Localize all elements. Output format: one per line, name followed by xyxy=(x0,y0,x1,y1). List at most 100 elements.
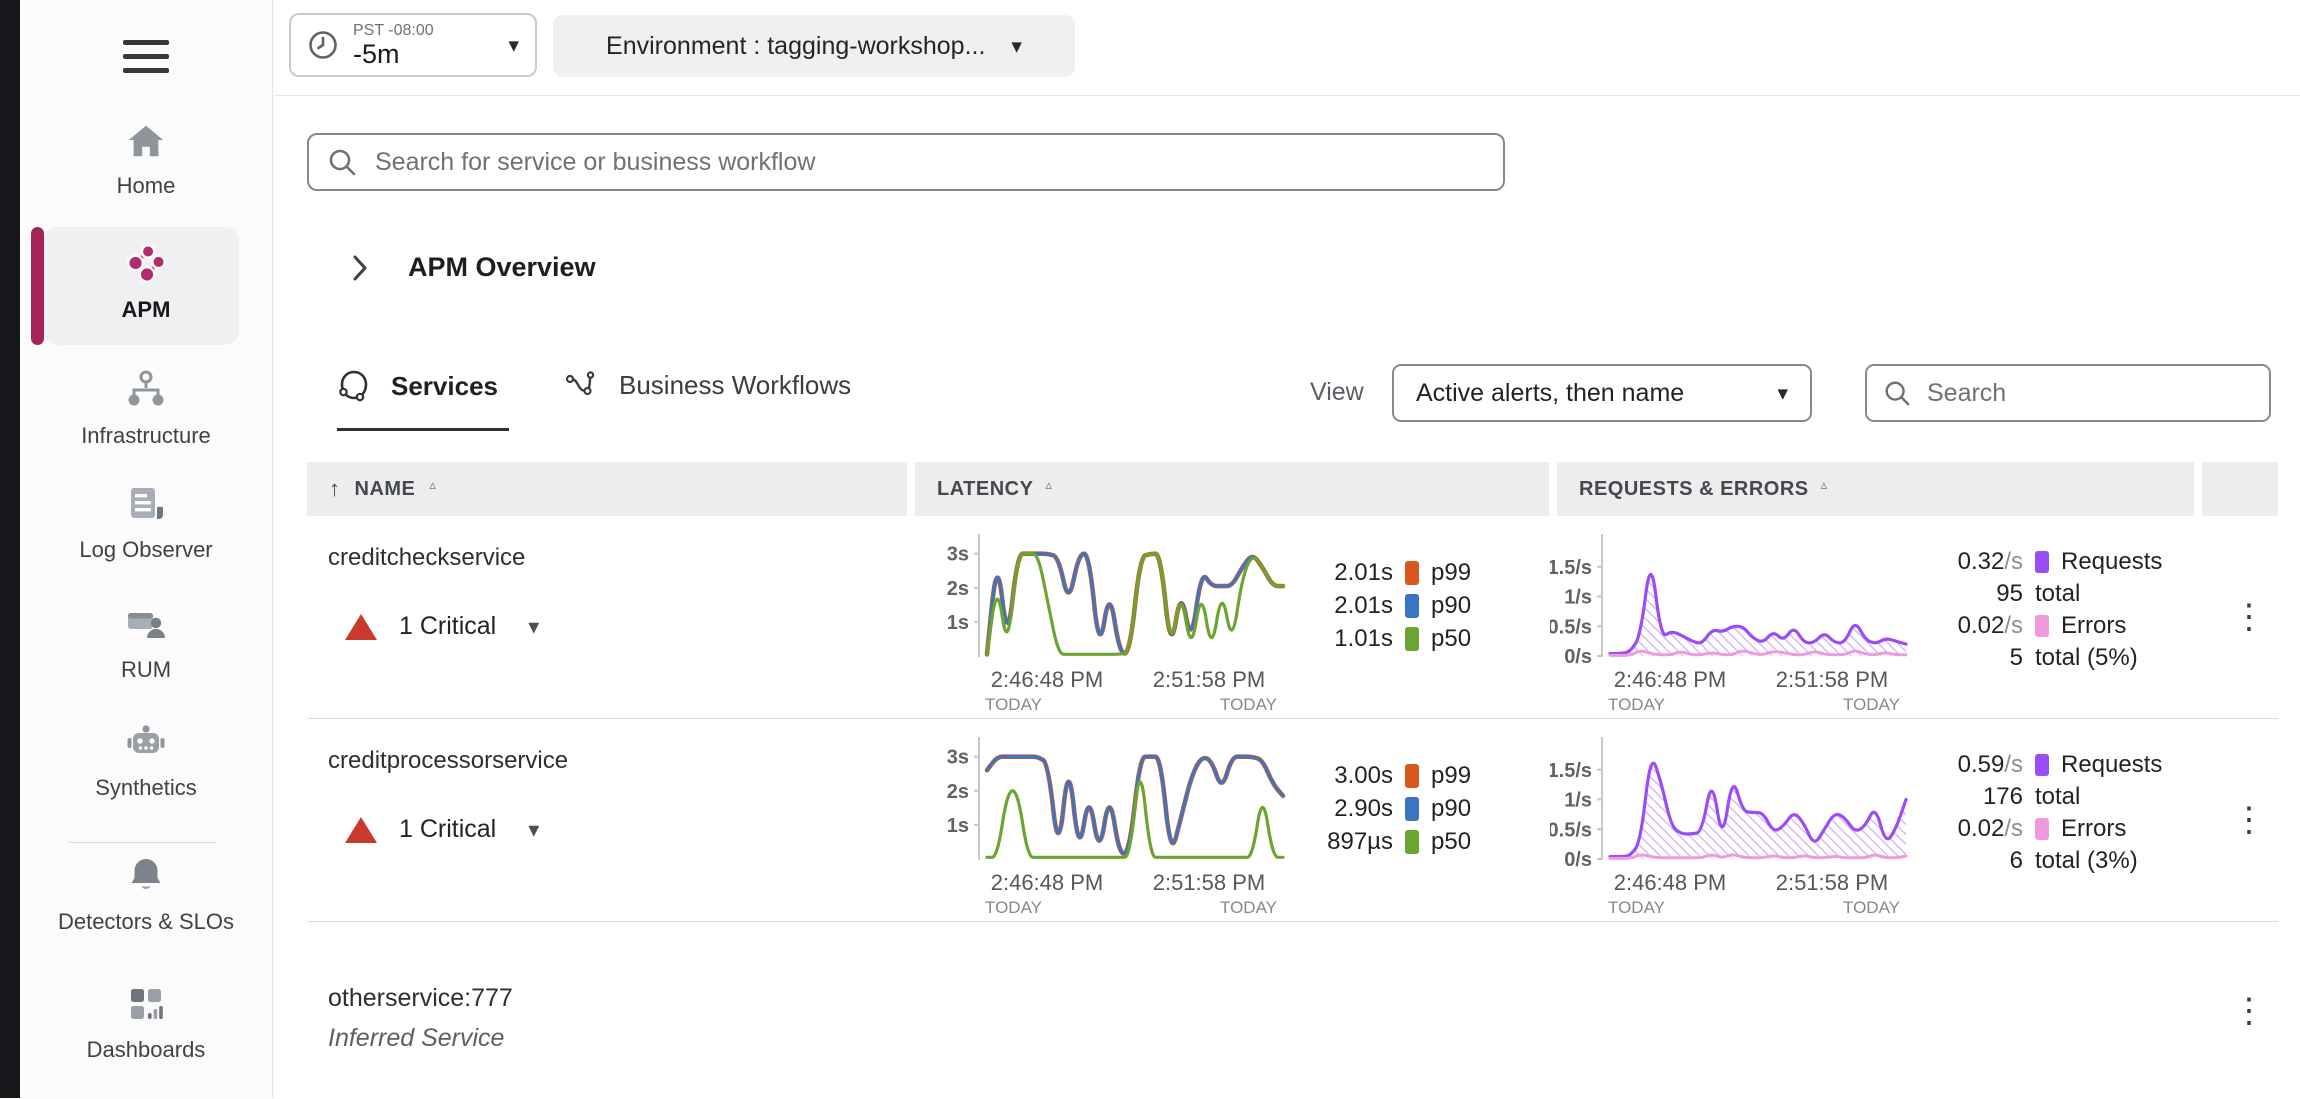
svg-text:1/s: 1/s xyxy=(1564,790,1592,812)
sidebar-item-detectors-slos[interactable]: Detectors & SLOs xyxy=(20,854,272,935)
table-row[interactable]: creditprocessorservice 1 Critical ▾ 3s2s… xyxy=(307,719,2278,922)
active-tab-underline xyxy=(337,428,509,431)
tab-services[interactable]: Services xyxy=(337,368,498,404)
time-range-value: -5m xyxy=(353,40,434,68)
svg-text:TODAY: TODAY xyxy=(1608,695,1665,714)
svg-text:1/s: 1/s xyxy=(1564,587,1592,609)
column-label: REQUESTS & ERRORS xyxy=(1579,478,1809,501)
row-actions-menu[interactable]: ⋮ xyxy=(2229,803,2269,837)
p90-legend-swatch xyxy=(1405,797,1419,821)
latency-stat: 1.01sp50 xyxy=(1295,622,1471,655)
column-header-requests-errors[interactable]: REQUESTS & ERRORS ▵ xyxy=(1557,462,2194,516)
svg-text:TODAY: TODAY xyxy=(985,898,1042,917)
time-range-picker[interactable]: PST -08:00 -5m ▾ xyxy=(289,13,537,77)
service-search-bar xyxy=(307,133,1505,191)
row-actions-menu[interactable]: ⋮ xyxy=(2229,600,2269,634)
timezone-label: PST -08:00 xyxy=(353,22,434,40)
svg-text:TODAY: TODAY xyxy=(1220,695,1277,714)
alert-badge[interactable]: 1 Critical ▾ xyxy=(345,815,539,844)
caret-down-icon: ▾ xyxy=(528,817,539,843)
svg-text:0.5/s: 0.5/s xyxy=(1550,819,1592,841)
inferred-service-label: Inferred Service xyxy=(328,1024,504,1053)
sidebar-item-label: Dashboards xyxy=(87,1036,206,1063)
sidebar-item-home[interactable]: Home xyxy=(20,120,272,199)
sort-hint-icon: ▵ xyxy=(429,477,436,493)
environment-label: Environment : tagging-workshop... xyxy=(606,32,985,61)
window-edge xyxy=(0,0,20,1098)
sidebar-item-label: Home xyxy=(117,172,176,199)
environment-filter[interactable]: Environment : tagging-workshop... ▾ xyxy=(553,15,1075,77)
service-name-link[interactable]: creditcheckservice xyxy=(328,544,525,572)
errors-rate: 0.02/sErrors xyxy=(1903,813,2162,845)
requests-legend-swatch xyxy=(2035,551,2049,573)
sidebar-item-infrastructure[interactable]: Infrastructure xyxy=(20,368,272,449)
svg-text:2:51:58 PM: 2:51:58 PM xyxy=(1153,667,1266,692)
p50-legend-swatch xyxy=(1405,830,1419,854)
requests-legend-swatch xyxy=(2035,754,2049,776)
sidebar-item-log-observer[interactable]: Log Observer xyxy=(20,482,272,563)
column-label: LATENCY xyxy=(937,478,1033,501)
requests-errors-stats: 0.59/sRequests 176total 0.02/sErrors 6to… xyxy=(1903,749,2162,877)
service-name-link[interactable]: creditprocessorservice xyxy=(328,747,568,775)
svg-text:2:46:48 PM: 2:46:48 PM xyxy=(1614,870,1727,895)
requests-errors-chart: 1.5/s1/s0.5/s0/s2:46:48 PMTODAY2:51:58 P… xyxy=(1550,524,1922,719)
apm-overview-toggle[interactable]: APM Overview xyxy=(352,252,596,283)
sidebar-item-label: Log Observer xyxy=(79,536,212,563)
svg-text:1.5/s: 1.5/s xyxy=(1550,760,1592,782)
service-name-link[interactable]: otherservice:777 xyxy=(328,984,513,1013)
latency-stat: 3.00sp99 xyxy=(1295,759,1471,792)
column-header-actions xyxy=(2202,462,2278,516)
column-header-name[interactable]: ↑ NAME ▵ xyxy=(307,462,907,516)
column-header-latency[interactable]: LATENCY ▵ xyxy=(915,462,1549,516)
caret-down-icon: ▾ xyxy=(508,33,519,58)
tab-business-workflows[interactable]: Business Workflows xyxy=(565,368,851,402)
svg-text:0/s: 0/s xyxy=(1564,646,1592,668)
search-icon xyxy=(1883,379,1911,407)
latency-stat: 2.90sp90 xyxy=(1295,792,1471,825)
svg-text:0/s: 0/s xyxy=(1564,849,1592,871)
requests-total: 176total xyxy=(1903,781,2162,813)
sidebar-item-synthetics[interactable]: Synthetics xyxy=(20,720,272,801)
menu-toggle-button[interactable] xyxy=(123,40,169,73)
sidebar-item-rum[interactable]: RUM xyxy=(20,602,272,683)
table-search-input[interactable] xyxy=(1925,378,2253,409)
sidebar-item-label: Synthetics xyxy=(95,774,197,801)
home-icon xyxy=(125,120,167,162)
requests-errors-stats: 0.32/sRequests 95total 0.02/sErrors 5tot… xyxy=(1903,546,2162,674)
alert-label: 1 Critical xyxy=(399,612,496,641)
svg-text:2:51:58 PM: 2:51:58 PM xyxy=(1776,870,1889,895)
sidebar-item-apm[interactable]: APM xyxy=(20,240,272,323)
row-actions-menu[interactable]: ⋮ xyxy=(2229,994,2269,1028)
latency-stats: 3.00sp99 2.90sp90 897µsp50 xyxy=(1295,759,1471,858)
service-search-input[interactable] xyxy=(373,147,1485,178)
svg-text:0.5/s: 0.5/s xyxy=(1550,616,1592,638)
caret-down-icon: ▾ xyxy=(1011,34,1022,59)
sidebar-item-dashboards[interactable]: Dashboards xyxy=(20,982,272,1063)
table-row[interactable]: otherservice:777 Inferred Service ⋮ xyxy=(307,922,2278,1099)
svg-text:1s: 1s xyxy=(947,612,969,634)
p99-legend-swatch xyxy=(1405,561,1419,585)
critical-triangle-icon xyxy=(345,614,377,640)
business-workflows-icon xyxy=(565,368,599,402)
errors-total: 5total (5%) xyxy=(1903,642,2162,674)
alert-badge[interactable]: 1 Critical ▾ xyxy=(345,612,539,641)
sidebar-item-label: Infrastructure xyxy=(81,422,211,449)
svg-text:2:46:48 PM: 2:46:48 PM xyxy=(1614,667,1727,692)
sort-ascending-icon: ↑ xyxy=(329,476,341,502)
svg-text:2:46:48 PM: 2:46:48 PM xyxy=(991,667,1104,692)
sidebar-item-label: RUM xyxy=(121,656,171,683)
column-label: NAME xyxy=(355,478,416,501)
latency-stats: 2.01sp99 2.01sp90 1.01sp50 xyxy=(1295,556,1471,655)
services-icon xyxy=(337,368,371,404)
view-selected-value: Active alerts, then name xyxy=(1416,379,1684,408)
view-select[interactable]: Active alerts, then name ▾ xyxy=(1392,364,1812,422)
dashboards-icon xyxy=(124,982,168,1026)
critical-triangle-icon xyxy=(345,817,377,843)
p90-legend-swatch xyxy=(1405,594,1419,618)
table-row[interactable]: creditcheckservice 1 Critical ▾ 3s2s1s2:… xyxy=(307,516,2278,719)
view-label: View xyxy=(1310,378,1364,407)
errors-total: 6total (3%) xyxy=(1903,845,2162,877)
p99-legend-swatch xyxy=(1405,764,1419,788)
latency-stat: 897µsp50 xyxy=(1295,825,1471,858)
svg-text:TODAY: TODAY xyxy=(1843,898,1900,917)
